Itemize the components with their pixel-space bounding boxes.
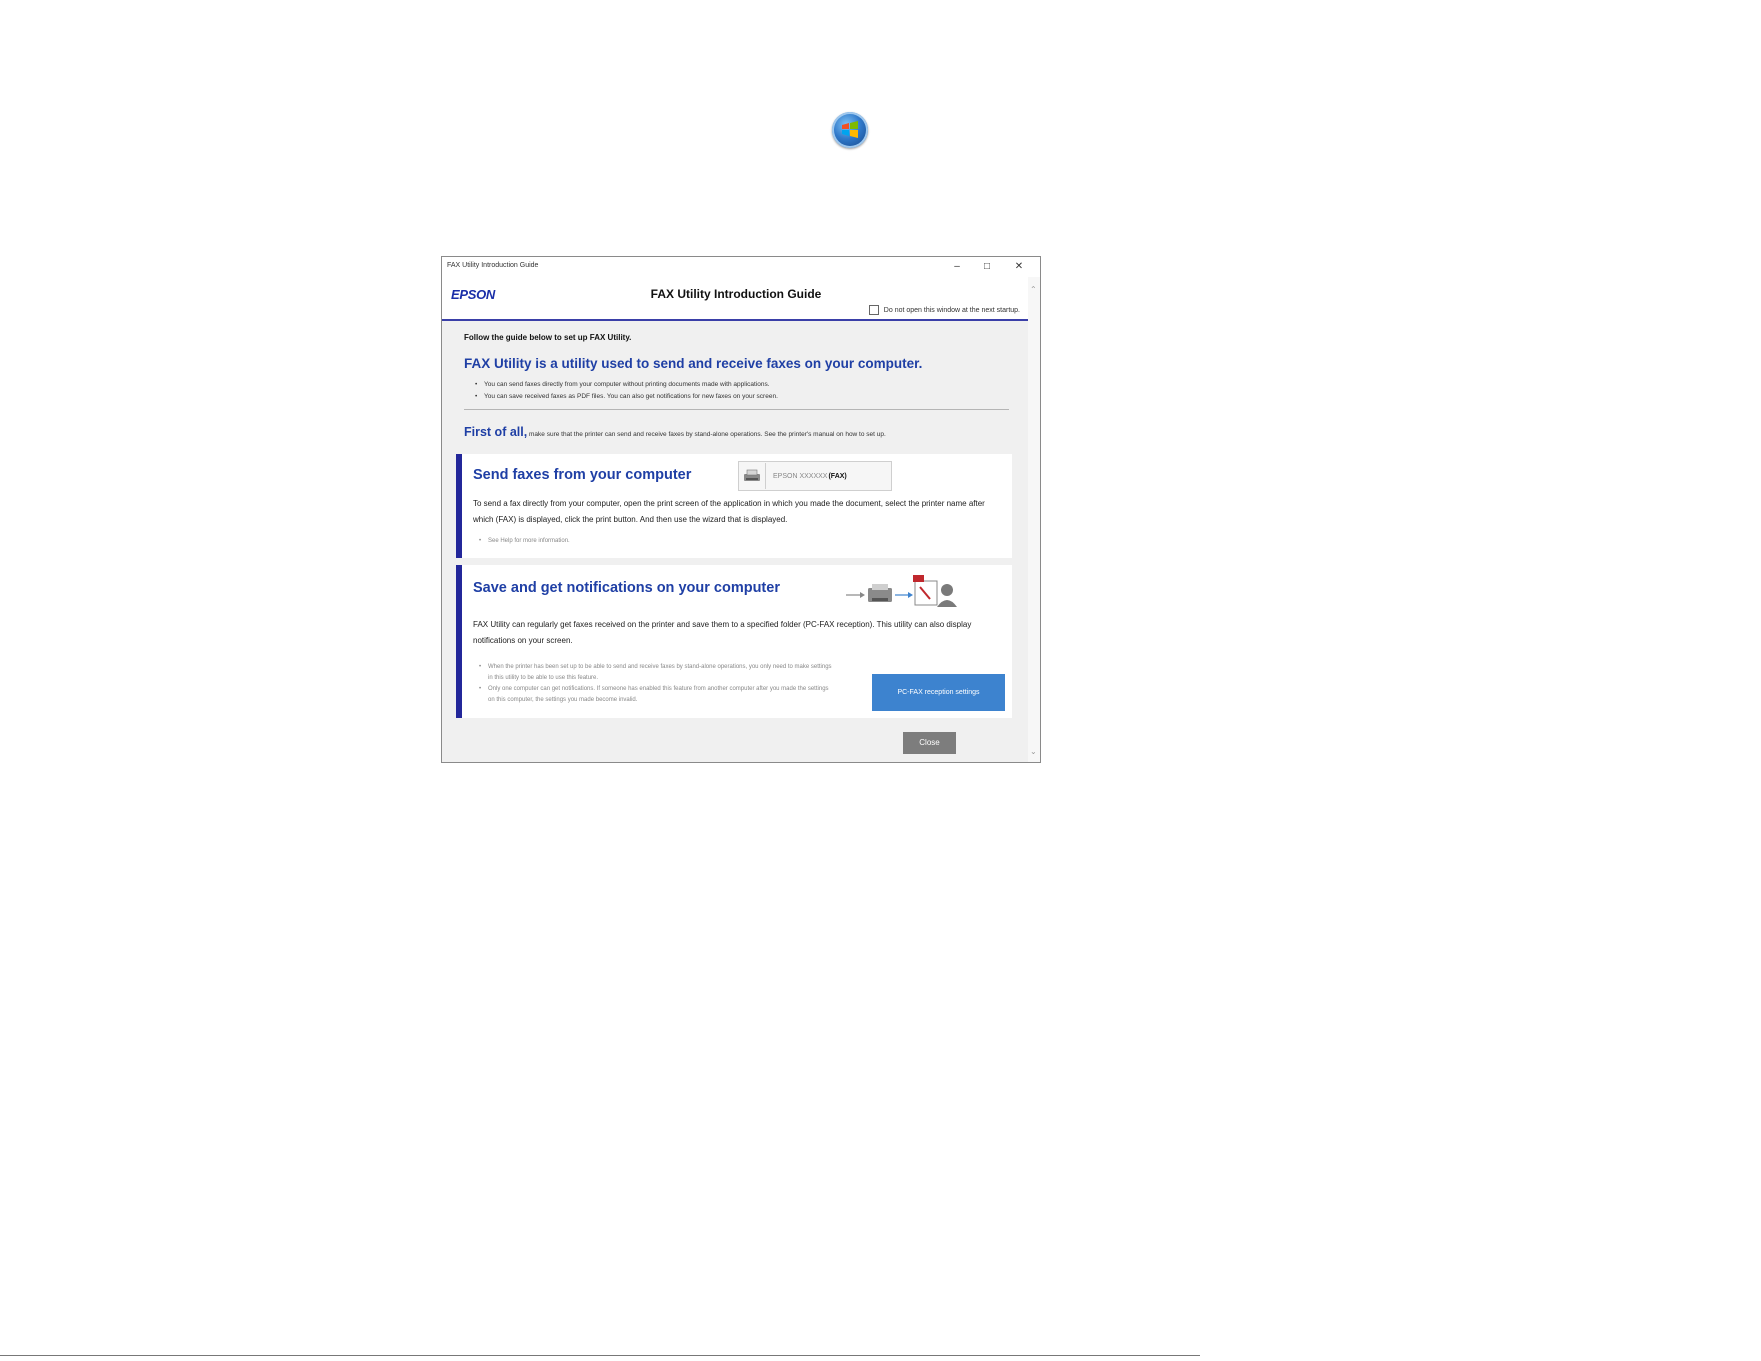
first-of-all-label: First of all,: [464, 425, 528, 439]
maximize-button[interactable]: □: [976, 259, 998, 275]
title-bar: FAX Utility Introduction Guide – □ ✕: [442, 257, 1040, 277]
guide-header: EPSON FAX Utility Introduction Guide Do …: [442, 277, 1030, 321]
fax-printer-icon: [739, 463, 766, 489]
first-of-all-text: make sure that the printer can send and …: [527, 431, 886, 438]
close-button[interactable]: Close: [903, 732, 956, 754]
fax-to-pc-flow-icon: [846, 573, 966, 609]
pc-fax-reception-settings-button[interactable]: PC-FAX reception settings: [872, 674, 1005, 711]
intro-bullets: You can send faxes directly from your co…: [475, 379, 778, 403]
send-faxes-notes: See Help for more information.: [479, 536, 570, 547]
scroll-up-icon[interactable]: ⌃: [1030, 285, 1037, 294]
list-item: See Help for more information.: [479, 536, 570, 547]
list-item: You can save received faxes as PDF files…: [475, 391, 778, 403]
save-notify-description: FAX Utility can regularly get faxes rece…: [473, 620, 972, 645]
guide-content: Follow the guide below to set up FAX Uti…: [442, 321, 1030, 762]
startup-checkbox-row[interactable]: Do not open this window at the next star…: [868, 305, 1020, 315]
fax-utility-guide-window: FAX Utility Introduction Guide – □ ✕ EPS…: [441, 256, 1041, 763]
page-title: FAX Utility Introduction Guide: [650, 287, 822, 301]
save-notify-title: Save and get notifications on your compu…: [473, 580, 780, 596]
first-of-all-line: First of all, make sure that the printer…: [464, 423, 886, 441]
save-notify-panel: Save and get notifications on your compu…: [456, 565, 1012, 718]
printer-name: EPSON XXXXXX: [773, 472, 828, 480]
minimize-button[interactable]: –: [946, 259, 968, 275]
send-faxes-description: To send a fax directly from your compute…: [473, 499, 985, 524]
send-faxes-title: Send faxes from your computer: [473, 467, 692, 483]
list-item: Only one computer can get notifications.…: [479, 684, 836, 706]
intro-headline: FAX Utility is a utility used to send an…: [464, 356, 923, 371]
scroll-down-icon[interactable]: ⌄: [1030, 747, 1037, 756]
divider: [464, 409, 1009, 410]
send-faxes-panel: Send faxes from your computer EPSON XXXX…: [456, 454, 1012, 558]
follow-instruction: Follow the guide below to set up FAX Uti…: [464, 333, 632, 342]
page-divider: [0, 1355, 1200, 1356]
save-notify-notes: When the printer has been set up to be a…: [479, 662, 836, 706]
list-item: When the printer has been set up to be a…: [479, 662, 836, 684]
printer-fax-suffix: (FAX): [828, 472, 847, 480]
startup-checkbox-label: Do not open this window at the next star…: [883, 306, 1020, 314]
windows-start-icon: [832, 112, 868, 148]
window-title: FAX Utility Introduction Guide: [447, 262, 539, 269]
close-window-button[interactable]: ✕: [1008, 259, 1030, 275]
list-item: You can send faxes directly from your co…: [475, 379, 778, 391]
fax-printer-example: EPSON XXXXXX (FAX): [738, 461, 892, 491]
startup-checkbox[interactable]: [868, 305, 879, 315]
